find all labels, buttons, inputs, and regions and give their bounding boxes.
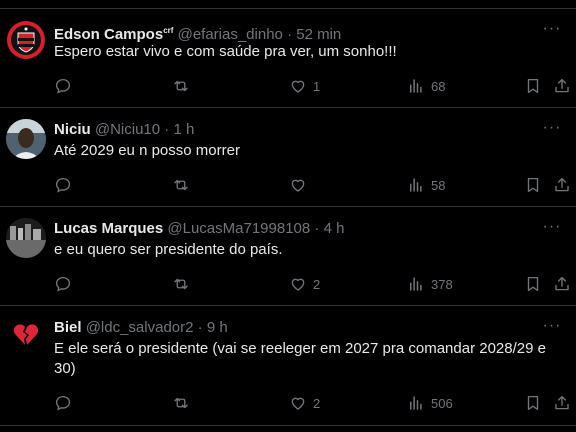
reply-icon bbox=[55, 276, 71, 292]
tweet-actions: 58 bbox=[0, 175, 576, 195]
like-count: 1 bbox=[313, 78, 321, 94]
reply-icon bbox=[55, 78, 71, 94]
bookmark-button[interactable] bbox=[524, 393, 542, 413]
tweet-header: Edson Camposcrf @efarias_dinho · 52 min bbox=[54, 21, 536, 43]
share-button[interactable] bbox=[553, 393, 571, 413]
views-chart-icon bbox=[410, 79, 422, 93]
more-options-icon[interactable]: ··· bbox=[542, 21, 562, 43]
author-name[interactable]: Biel bbox=[54, 319, 82, 336]
avatar[interactable] bbox=[6, 218, 46, 258]
repost-button[interactable] bbox=[172, 76, 190, 96]
share-button[interactable] bbox=[553, 76, 571, 96]
tweet-text: Até 2029 eu n posso morrer bbox=[54, 142, 240, 159]
repost-icon bbox=[174, 179, 188, 191]
author-handle[interactable]: @LucasMa71998108 bbox=[167, 220, 310, 237]
avatar-club-crest-icon[interactable] bbox=[6, 20, 46, 60]
bookmark-icon bbox=[527, 276, 539, 292]
reply-button[interactable] bbox=[54, 274, 72, 294]
views-count: 506 bbox=[431, 395, 453, 411]
views-chart-icon bbox=[410, 396, 422, 410]
repost-button[interactable] bbox=[172, 393, 190, 413]
repost-icon bbox=[174, 80, 188, 92]
tweet[interactable]: Biel @ldc_salvador2 · 9 h ··· E ele será… bbox=[0, 306, 576, 426]
author-name[interactable]: Niciu bbox=[54, 121, 91, 138]
share-button[interactable] bbox=[553, 175, 571, 195]
repost-button[interactable] bbox=[172, 274, 190, 294]
share-icon bbox=[555, 177, 569, 192]
more-options-icon[interactable]: ··· bbox=[542, 318, 562, 340]
like-count: 2 bbox=[313, 276, 321, 292]
tweet[interactable]: Lucas Marques @LucasMa71998108 · 4 h ···… bbox=[0, 207, 576, 306]
author-name[interactable]: Lucas Marques bbox=[54, 220, 163, 237]
heart-icon bbox=[291, 397, 305, 410]
bookmark-icon bbox=[527, 395, 539, 411]
bookmark-button[interactable] bbox=[524, 175, 542, 195]
tweet-actions: 1 68 bbox=[0, 76, 576, 96]
repost-icon bbox=[174, 278, 188, 290]
author-badge: crf bbox=[163, 26, 174, 35]
like-button[interactable] bbox=[289, 175, 313, 195]
timestamp[interactable]: 9 h bbox=[207, 319, 228, 336]
separator: · bbox=[197, 319, 203, 336]
tweet-text: e eu quero ser presidente do país. bbox=[54, 241, 283, 258]
reply-icon bbox=[55, 395, 71, 411]
tweet[interactable]: Niciu @Niciu10 · 1 h ··· Até 2029 eu n p… bbox=[0, 108, 576, 207]
tweet-actions: 2 506 bbox=[0, 393, 576, 413]
more-options-icon[interactable]: ··· bbox=[542, 120, 562, 142]
heart-icon bbox=[291, 179, 305, 192]
author-handle[interactable]: @efarias_dinho bbox=[178, 26, 283, 43]
bookmark-button[interactable] bbox=[524, 274, 542, 294]
tweet-header: Biel @ldc_salvador2 · 9 h bbox=[54, 318, 536, 338]
avatar-broken-heart-icon[interactable] bbox=[12, 320, 40, 348]
heart-icon bbox=[291, 278, 305, 291]
like-button[interactable]: 2 bbox=[289, 393, 320, 413]
views-button[interactable]: 506 bbox=[407, 393, 453, 413]
share-icon bbox=[555, 395, 569, 410]
repost-icon bbox=[174, 397, 188, 409]
share-button[interactable] bbox=[553, 274, 571, 294]
bookmark-button[interactable] bbox=[524, 76, 542, 96]
separator: · bbox=[314, 220, 320, 237]
like-count: 2 bbox=[313, 395, 321, 411]
avatar[interactable] bbox=[6, 119, 46, 159]
views-chart-icon bbox=[410, 277, 422, 291]
author-handle[interactable]: @Niciu10 bbox=[95, 121, 160, 138]
like-button[interactable]: 1 bbox=[289, 76, 320, 96]
timestamp[interactable]: 4 h bbox=[324, 220, 345, 237]
tweet-header: Lucas Marques @LucasMa71998108 · 4 h bbox=[54, 219, 536, 239]
author-name[interactable]: Edson Campos bbox=[54, 26, 163, 43]
tweet-text: Espero estar vivo e com saúde pra ver, u… bbox=[54, 43, 397, 60]
views-chart-icon bbox=[410, 178, 422, 192]
reply-icon bbox=[55, 177, 71, 193]
tweet-text: E ele será o presidente (vai se reeleger… bbox=[54, 340, 546, 377]
reply-button[interactable] bbox=[54, 76, 72, 96]
timestamp[interactable]: 1 h bbox=[173, 121, 194, 138]
separator: · bbox=[164, 121, 170, 138]
views-count: 68 bbox=[431, 78, 446, 94]
more-options-icon[interactable]: ··· bbox=[542, 219, 562, 241]
share-icon bbox=[555, 276, 569, 291]
author-handle[interactable]: @ldc_salvador2 bbox=[86, 319, 194, 336]
share-icon bbox=[555, 78, 569, 93]
bookmark-icon bbox=[527, 177, 539, 193]
timestamp[interactable]: 52 min bbox=[296, 26, 341, 43]
like-button[interactable]: 2 bbox=[289, 274, 320, 294]
views-button[interactable]: 378 bbox=[407, 274, 453, 294]
reply-button[interactable] bbox=[54, 393, 72, 413]
separator: · bbox=[287, 26, 293, 43]
reply-button[interactable] bbox=[54, 175, 72, 195]
repost-button[interactable] bbox=[172, 175, 190, 195]
tweet-header: Niciu @Niciu10 · 1 h bbox=[54, 120, 536, 140]
views-count: 378 bbox=[431, 276, 453, 292]
tweet-feed: Edson Camposcrf @efarias_dinho · 52 min … bbox=[0, 0, 576, 432]
bookmark-icon bbox=[527, 78, 539, 94]
views-button[interactable]: 68 bbox=[407, 76, 445, 96]
views-button[interactable]: 58 bbox=[407, 175, 445, 195]
views-count: 58 bbox=[431, 177, 446, 193]
tweet-actions: 2 378 bbox=[0, 274, 576, 294]
tweet[interactable]: Edson Camposcrf @efarias_dinho · 52 min … bbox=[0, 9, 576, 108]
heart-icon bbox=[291, 80, 305, 93]
